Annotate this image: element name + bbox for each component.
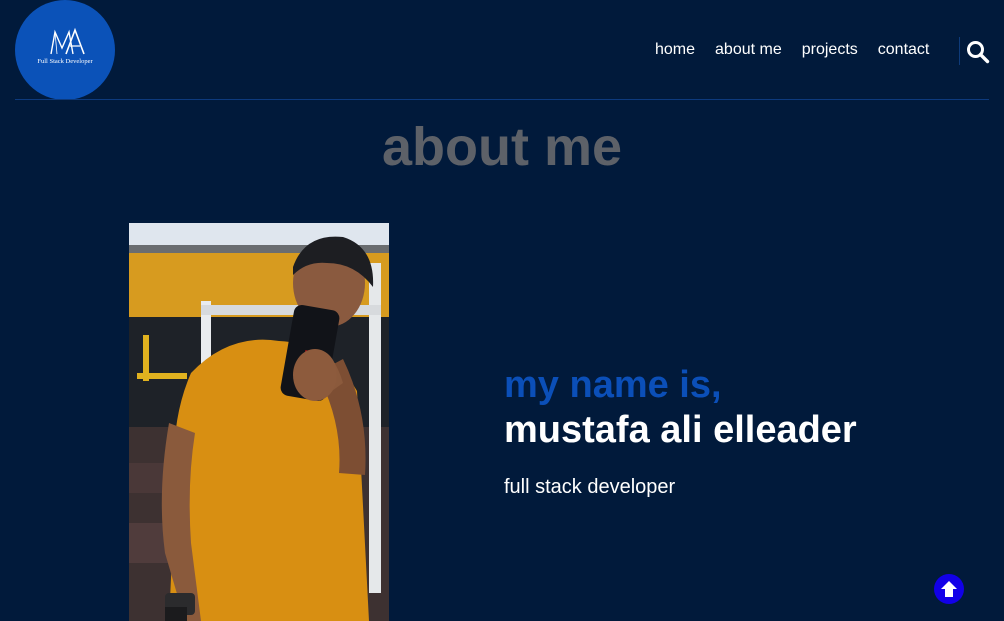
search-icon: [967, 41, 990, 64]
profile-photo: [129, 223, 389, 621]
logo-monogram-icon: [50, 27, 85, 55]
intro-block: my name is, mustafa ali elleader full st…: [504, 364, 857, 499]
arrow-up-icon: [941, 581, 957, 597]
brand-logo[interactable]: Full Stack Developer: [15, 0, 115, 100]
scroll-to-top-button[interactable]: [934, 574, 964, 604]
nav-divider: [959, 37, 960, 65]
logo-tagline: Full Stack Developer: [37, 58, 93, 65]
nav-contact[interactable]: contact: [878, 41, 930, 59]
intro-name: mustafa ali elleader: [504, 409, 857, 451]
nav-projects[interactable]: projects: [802, 41, 858, 59]
nav-about-me[interactable]: about me: [715, 41, 782, 59]
site-header: Full Stack Developer home about me proje…: [0, 0, 1004, 100]
intro-greeting: my name is,: [504, 364, 722, 406]
search-button[interactable]: [966, 40, 990, 64]
header-divider: [15, 99, 989, 100]
section-title: about me: [381, 117, 623, 177]
nav-home[interactable]: home: [655, 41, 695, 59]
intro-role: full stack developer: [504, 476, 676, 498]
main-nav: home about me projects contact: [655, 41, 949, 59]
